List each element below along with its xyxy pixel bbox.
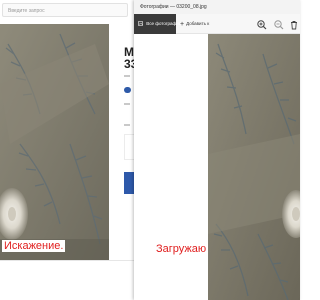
search-input[interactable]: Введите запрос (2, 3, 128, 17)
window-title: Фотографии — 03200_08.jpg (140, 4, 207, 10)
add-to-button[interactable]: + Добавить к (180, 14, 209, 34)
photos-app-icon (137, 21, 144, 26)
product-title: M (124, 46, 134, 58)
price-caption (124, 124, 130, 126)
divider (0, 260, 134, 261)
photos-app-window[interactable]: Фотографии — 03200_08.jpg Все фотографии… (134, 0, 300, 300)
photo-viewer-image[interactable] (208, 34, 300, 300)
wallpaper-roll-photo (208, 34, 300, 300)
product-subtitle: 33 (124, 58, 134, 70)
product-image[interactable] (0, 24, 109, 260)
wallpaper-roll-image (0, 24, 109, 260)
plus-icon: + (180, 21, 185, 28)
add-to-label: Добавить к (186, 21, 210, 26)
meta-text (124, 103, 130, 105)
zoom-in-icon[interactable] (256, 18, 268, 30)
delete-icon[interactable] (288, 18, 300, 30)
zoom-out-icon[interactable] (273, 18, 285, 30)
photos-titlebar[interactable]: Фотографии — 03200_08.jpg (134, 0, 300, 14)
distortion-caption: Искажение. (2, 240, 66, 252)
all-photos-label: Все фотографии (146, 21, 182, 26)
photos-toolbar: Все фотографии + Добавить к (134, 14, 300, 34)
article-text (124, 75, 130, 77)
all-photos-button[interactable]: Все фотографии (134, 14, 181, 34)
stock-badge (124, 87, 131, 93)
loading-caption: Загружаю (156, 243, 207, 255)
add-to-cart-button[interactable] (124, 172, 134, 194)
